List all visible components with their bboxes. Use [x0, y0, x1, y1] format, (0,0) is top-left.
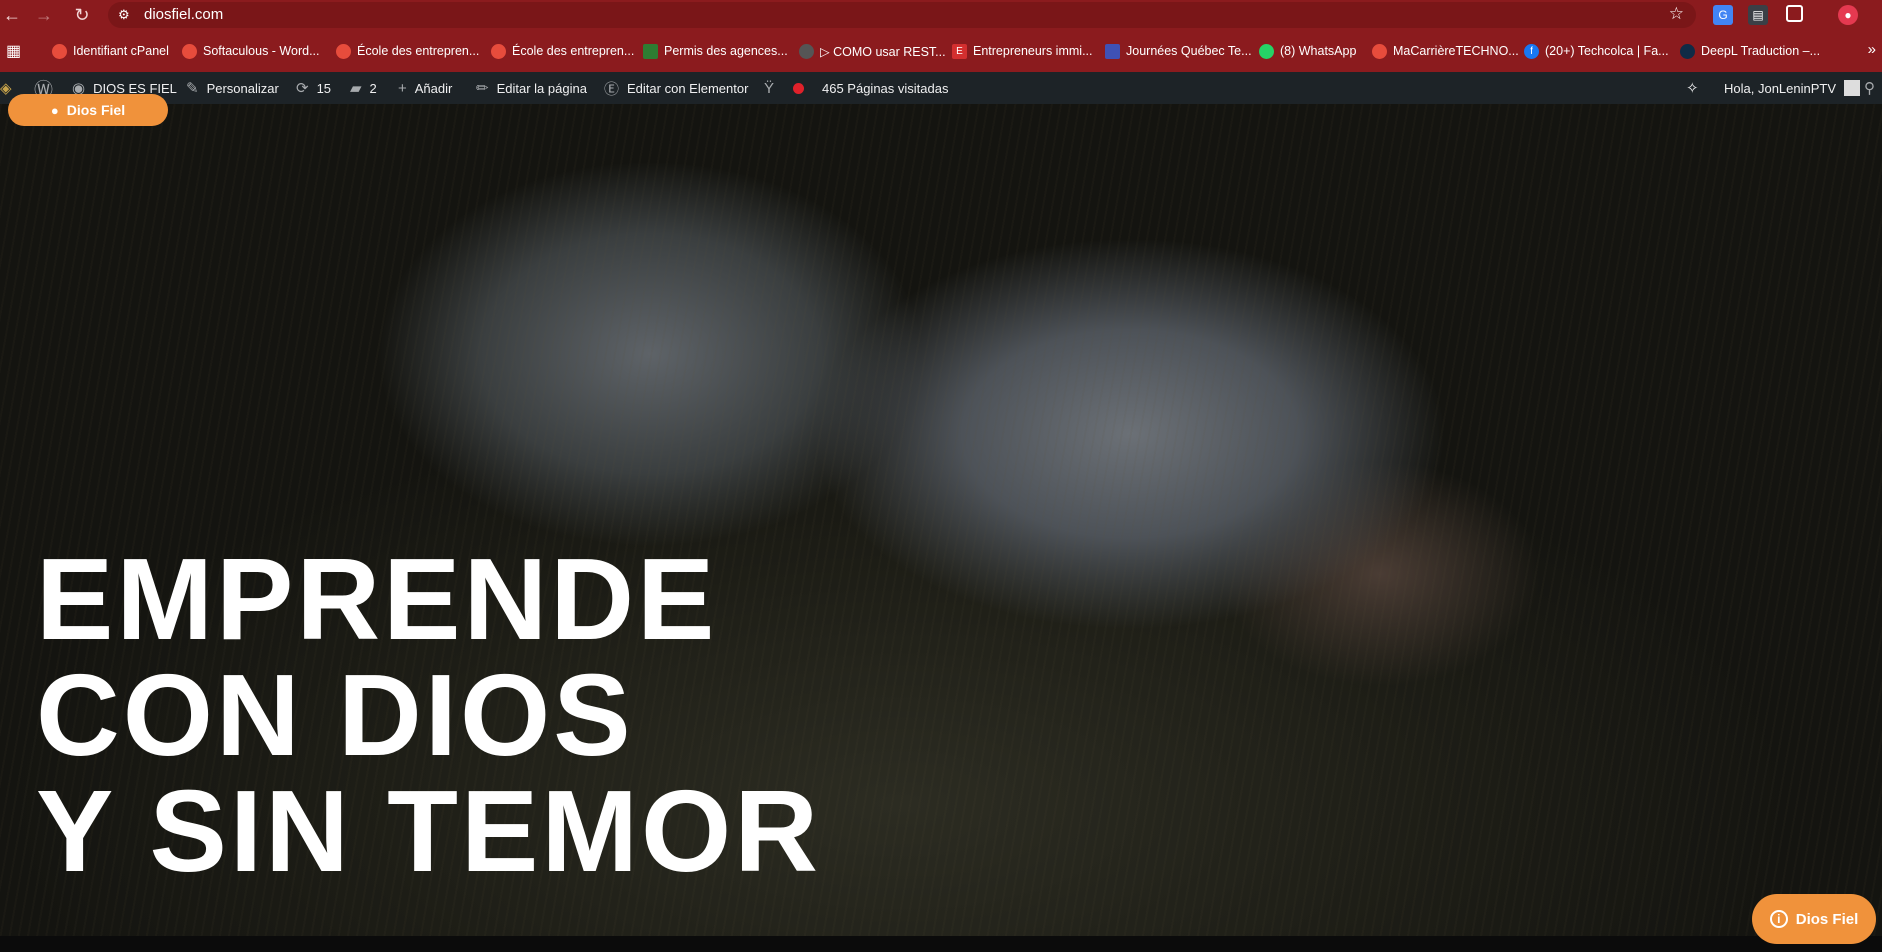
avatar	[1844, 80, 1861, 96]
tune-icon[interactable]: ⚙	[118, 6, 136, 24]
back-button[interactable]: ←	[0, 3, 24, 27]
wp-updates[interactable]: ⟳ 15	[296, 72, 331, 104]
url-text[interactable]: diosfiel.com	[144, 6, 223, 24]
globe-icon	[491, 43, 506, 59]
facebook-icon: f	[1524, 43, 1539, 59]
bookmark-item[interactable]: E Entrepreneurs immi...	[952, 42, 1092, 60]
more-bookmarks-icon[interactable]: »	[1868, 41, 1876, 58]
dios-fiel-badge-top[interactable]: ● Dios Fiel	[8, 94, 168, 126]
bookmark-item[interactable]: ▷ COMO usar REST...	[799, 42, 946, 60]
bookmark-item[interactable]: École des entrepren...	[491, 42, 634, 60]
sparkle-icon[interactable]: ✧	[1686, 72, 1707, 104]
search-icon[interactable]: ⚲	[1864, 72, 1882, 104]
wp-edit-page[interactable]: ✏ Editar la página	[476, 72, 587, 104]
dios-fiel-button-bottom[interactable]: i Dios Fiel	[1752, 894, 1876, 944]
deepl-icon	[1680, 43, 1695, 59]
bookmark-star-icon[interactable]: ☆	[1669, 4, 1684, 24]
wp-my-account[interactable]: Hola, JonLeninPTV	[1724, 72, 1861, 104]
bookmark-item[interactable]: École des entrepren...	[336, 42, 479, 60]
bookmark-item[interactable]: Journées Québec Te...	[1105, 42, 1252, 60]
hero-section: EMPRENDE CON DIOS Y SIN TEMOR	[0, 104, 1882, 936]
bookmark-item[interactable]: DeepL Traduction –...	[1680, 42, 1820, 60]
updates-icon: ⟳	[296, 80, 309, 97]
wp-edit-elementor[interactable]: Ⓔ Editar con Elementor	[604, 72, 748, 104]
bookmark-item[interactable]: (8) WhatsApp	[1259, 42, 1356, 60]
profile-avatar[interactable]: ●	[1838, 5, 1858, 25]
whatsapp-icon	[1259, 43, 1274, 59]
wp-add-new[interactable]: + Añadir	[398, 72, 452, 104]
apps-grid-icon[interactable]: ▦	[6, 42, 21, 60]
bird-icon	[643, 43, 658, 59]
globe-icon	[182, 43, 197, 59]
globe-icon	[336, 43, 351, 59]
bookmark-item[interactable]: Permis des agences...	[643, 42, 788, 60]
bookmark-item[interactable]: MaCarrièreTECHNO...	[1372, 42, 1519, 60]
reload-button[interactable]: ↻	[70, 3, 94, 27]
record-status-icon[interactable]	[793, 72, 804, 104]
browser-toolbar: ← → ↻ ⚙ diosfiel.com ☆ G ▤ ●	[0, 0, 1882, 30]
elementor-icon: Ⓔ	[604, 80, 620, 98]
bookmark-item[interactable]: f (20+) Techcolca | Fa...	[1524, 42, 1669, 60]
translate-extension-icon[interactable]: G	[1713, 5, 1733, 25]
comment-icon: ▰	[350, 80, 362, 97]
forward-button[interactable]: →	[32, 3, 56, 27]
bookmark-item[interactable]: Softaculous - Word...	[182, 42, 320, 60]
wp-pages-visited[interactable]: 465 Páginas visitadas	[822, 72, 948, 104]
info-icon: i	[1769, 910, 1788, 928]
wp-admin-bar: ◈ Ⓦ ◉ DIOS ES FIEL ✎ Personalizar ⟳ 15 ▰…	[0, 72, 1882, 104]
globe-icon	[52, 43, 67, 59]
bookmark-item[interactable]: Identifiant cPanel	[52, 42, 169, 60]
address-bar[interactable]: ⚙ diosfiel.com ☆	[108, 2, 1696, 28]
pin-icon: ●	[50, 102, 59, 118]
extension-icon[interactable]: ▤	[1748, 5, 1768, 25]
page-bottom-strip	[0, 936, 1882, 952]
hero-line-3: Y SIN TEMOR	[36, 766, 821, 896]
yoast-icon[interactable]: Ÿ	[764, 72, 782, 104]
bookmarks-bar: ▦ Identifiant cPanel Softaculous - Word.…	[0, 30, 1882, 72]
pencil-icon: ✏	[476, 80, 489, 97]
globe-icon	[1372, 43, 1387, 59]
e-icon: E	[952, 43, 967, 59]
plus-icon: +	[398, 79, 407, 97]
hero-line-1: EMPRENDE	[36, 534, 718, 664]
wp-customize[interactable]: ✎ Personalizar	[186, 72, 279, 104]
extensions-puzzle-icon[interactable]	[1786, 5, 1803, 22]
hero-heading: EMPRENDE CON DIOS Y SIN TEMOR	[36, 541, 821, 889]
wp-comments[interactable]: ▰ 2	[350, 72, 377, 104]
spinner-icon	[799, 43, 814, 59]
hero-line-2: CON DIOS	[36, 650, 634, 780]
brush-icon: ✎	[186, 80, 199, 97]
arrow-icon	[1105, 43, 1120, 59]
